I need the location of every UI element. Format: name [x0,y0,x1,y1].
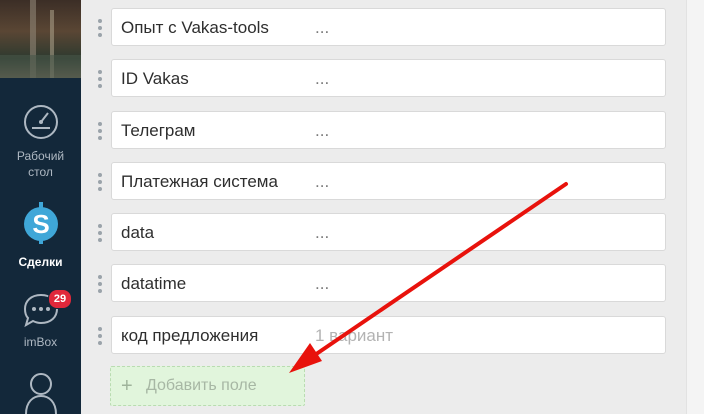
sidebar-item-dashboard[interactable]: Рабочий стол [0,102,81,180]
field-box[interactable]: Платежная система ... [111,162,666,200]
sidebar-item-contacts[interactable] [0,368,81,414]
field-value[interactable]: ... [315,214,329,252]
field-value[interactable]: ... [315,9,329,47]
field-row: ID Vakas ... [95,59,668,99]
field-name: datatime [121,274,187,293]
drag-handle-icon[interactable] [98,224,104,244]
svg-text:S: S [32,209,49,239]
dashboard-gauge-icon [23,105,58,139]
field-row: data ... [95,213,668,253]
dollar-icon: S [23,202,58,244]
sidebar-item-label: Сделки [18,255,63,269]
field-name: Телеграм [121,121,196,140]
field-row: Телеграм ... [95,111,668,151]
field-value[interactable]: ... [315,112,329,150]
field-box[interactable]: код предложения 1 вариант [111,316,666,354]
field-name: data [121,223,155,242]
field-row: Опыт с Vakas-tools ... [95,8,668,48]
drag-handle-icon[interactable] [98,122,104,142]
field-value[interactable]: ... [315,60,329,98]
add-field-label: Добавить поле [146,377,257,394]
add-field-button[interactable]: + Добавить поле [110,366,305,406]
contacts-icon [24,373,57,414]
field-box[interactable]: data ... [111,213,666,251]
notification-badge: 29 [48,289,72,309]
field-box[interactable]: Телеграм ... [111,111,666,149]
field-box[interactable]: ID Vakas ... [111,59,666,97]
avatar[interactable] [0,0,81,78]
field-value[interactable]: ... [315,163,329,201]
sidebar: Рабочий стол S Сделки imBox 29 [0,0,81,414]
field-name: Опыт с Vakas-tools [121,18,269,37]
field-row: datatime ... [95,264,668,304]
sidebar-item-deals[interactable]: S Сделки [0,200,81,270]
scrollbar-track[interactable] [686,0,704,414]
sidebar-item-label: imBox [23,335,58,349]
field-name: код предложения [121,326,259,345]
drag-handle-icon[interactable] [98,70,104,90]
sidebar-item-label: Рабочий стол [16,149,65,179]
plus-icon: + [121,375,133,397]
field-name: ID Vakas [121,69,189,88]
drag-handle-icon[interactable] [98,327,104,347]
field-value[interactable]: 1 вариант [315,317,393,355]
field-row: Платежная система ... [95,162,668,202]
field-box[interactable]: Опыт с Vakas-tools ... [111,8,666,46]
drag-handle-icon[interactable] [98,173,104,193]
field-box[interactable]: datatime ... [111,264,666,302]
field-value[interactable]: ... [315,265,329,303]
drag-handle-icon[interactable] [98,19,104,39]
drag-handle-icon[interactable] [98,275,104,295]
field-row: код предложения 1 вариант [95,316,668,356]
field-name: Платежная система [121,172,278,191]
